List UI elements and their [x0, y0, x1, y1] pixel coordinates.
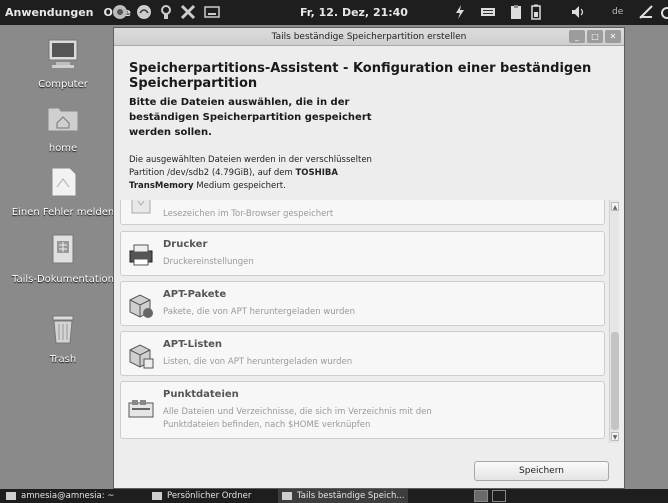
documentation-icon: [52, 234, 74, 264]
item-description: Druckereinstellungen: [163, 257, 254, 267]
trash-icon: [52, 315, 74, 344]
desktop-icon-label: Computer: [38, 79, 88, 90]
taskbar-item-label: Tails beständige Speich...: [297, 491, 405, 501]
item-description: Alle Dateien und Verzeichnisse, die sich…: [163, 407, 432, 430]
item-description: Pakete, die von APT heruntergeladen wurd…: [163, 307, 356, 317]
item-name: Punktdateien: [163, 389, 239, 400]
terminal-icon: [6, 492, 16, 500]
window-icon: [282, 492, 292, 500]
description-text: Die ausgewählten Dateien werden in der v…: [129, 154, 389, 193]
vidalia-icon[interactable]: [136, 4, 152, 20]
desktop-icon-label: home: [48, 143, 78, 154]
list-item-browser-bookmarks[interactable]: Lesezeichen im Tor-Browser gespeichert: [120, 200, 605, 225]
user-icon[interactable]: [638, 4, 654, 20]
bolt-icon[interactable]: [452, 4, 468, 20]
taskbar-item-terminal[interactable]: amnesia@amnesia: ~: [2, 489, 118, 503]
keyring-icon[interactable]: [158, 4, 174, 20]
minimize-button[interactable]: _: [569, 30, 585, 43]
clipboard-icon[interactable]: [508, 4, 524, 20]
scrollbar-thumb[interactable]: [611, 332, 619, 430]
window-title: Tails beständige Speicherpartition erste…: [271, 32, 467, 42]
tools-icon[interactable]: [180, 4, 196, 20]
assistant-heading: Speicherpartitions-Assistent - Konfigura…: [129, 61, 592, 91]
applications-menu[interactable]: Anwendungen: [0, 6, 99, 19]
printer-icon: [129, 244, 153, 266]
keyboard-icon[interactable]: [480, 4, 496, 20]
taskbar-item-home-folder[interactable]: Persönlicher Ordner: [148, 489, 255, 503]
persistence-assistant-window: Tails beständige Speicherpartition erste…: [113, 27, 625, 489]
window-titlebar[interactable]: Tails beständige Speicherpartition erste…: [114, 28, 624, 46]
close-button[interactable]: ✕: [605, 30, 621, 43]
list-item-printers[interactable]: Drucker Druckereinstellungen: [120, 231, 605, 276]
desktop-icon-label: Trash: [49, 354, 77, 365]
bottom-panel: amnesia@amnesia: ~ Persönlicher Ordner T…: [0, 489, 668, 503]
tor-onion-icon[interactable]: [112, 4, 128, 20]
folder-icon: [152, 492, 162, 500]
package-icon: [129, 294, 153, 318]
home-folder-icon: [47, 107, 79, 132]
dotfiles-icon: [128, 400, 154, 418]
item-name: APT-Listen: [163, 339, 223, 350]
desktop-icon-bug-report[interactable]: Einen Fehler melden: [3, 165, 123, 219]
description-suffix: Medium gespeichert.: [196, 181, 286, 191]
list-item-apt-packages[interactable]: APT-Pakete Pakete, die von APT herunterg…: [120, 281, 605, 326]
desktop-icon-home[interactable]: home: [3, 101, 123, 155]
battery-icon[interactable]: [528, 4, 544, 20]
item-description: Lesezeichen im Tor-Browser gespeichert: [163, 209, 334, 219]
volume-icon[interactable]: [570, 4, 586, 20]
computer-icon: [48, 39, 78, 68]
persistence-features-list[interactable]: Lesezeichen im Tor-Browser gespeichert D…: [120, 200, 620, 443]
power-icon[interactable]: [659, 4, 668, 20]
taskbar-item-label: amnesia@amnesia: ~: [21, 491, 115, 501]
maximize-button[interactable]: □: [587, 30, 603, 43]
taskbar-item-persistence[interactable]: Tails beständige Speich...: [278, 489, 409, 503]
scroll-down-button[interactable]: ▼: [611, 432, 619, 441]
scroll-up-button[interactable]: ▲: [611, 202, 619, 211]
desktop-icon-label: Tails-Dokumentation: [11, 274, 115, 285]
workspace-2[interactable]: [492, 490, 506, 502]
list-item-apt-lists[interactable]: APT-Listen Listen, die von APT herunterg…: [120, 331, 605, 376]
taskbar-item-label: Persönlicher Ordner: [167, 491, 252, 501]
desktop-icon-documentation[interactable]: Tails-Dokumentation: [3, 232, 123, 286]
item-name: Drucker: [163, 239, 208, 250]
language-indicator[interactable]: de: [612, 7, 623, 17]
list-scrollbar[interactable]: ▲ ▼: [609, 200, 619, 443]
item-description: Listen, die von APT heruntergeladen wurd…: [163, 357, 353, 367]
top-panel: Anwendungen Orte Fr, 12. Dez, 21:40 de: [0, 0, 668, 25]
clock[interactable]: Fr, 12. Dez, 21:40: [300, 6, 408, 19]
screen-keyboard-icon[interactable]: [204, 4, 220, 20]
save-button[interactable]: Speichern: [474, 461, 609, 481]
workspace-1[interactable]: [474, 490, 488, 502]
intro-text: Bitte die Dateien auswählen, die in der …: [129, 97, 372, 138]
bug-report-icon: [51, 167, 77, 197]
desktop-icon-trash[interactable]: Trash: [3, 312, 123, 366]
desktop-icon-label: Einen Fehler melden: [11, 207, 115, 218]
item-name: APT-Pakete: [163, 289, 227, 300]
package-list-icon: [129, 344, 154, 369]
desktop-icon-computer[interactable]: Computer: [3, 37, 123, 91]
bookmark-icon: [131, 200, 151, 214]
list-item-dotfiles[interactable]: Punktdateien Alle Dateien und Verzeichni…: [120, 381, 605, 439]
